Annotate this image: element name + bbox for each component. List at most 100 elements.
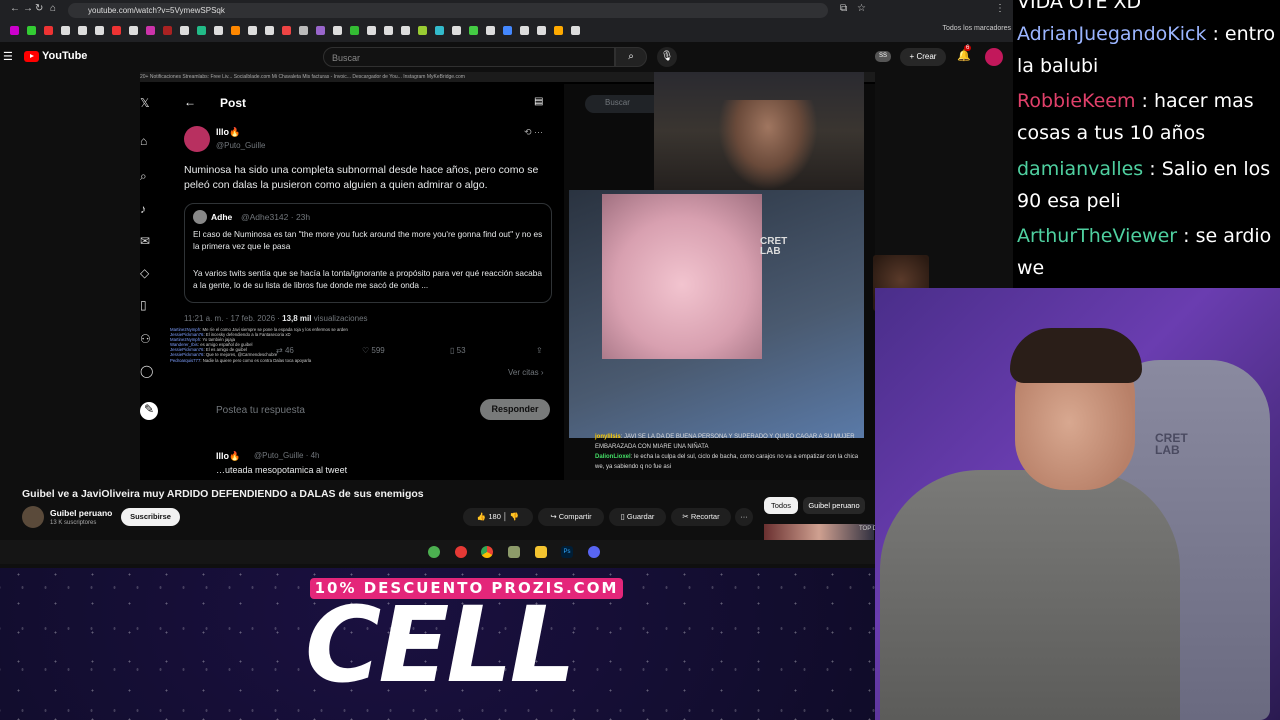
cast-icon[interactable]: ⧉ [840,3,847,14]
bookmark-star-icon[interactable]: ☆ [857,3,866,14]
save-button[interactable]: ▯ Guardar [609,508,666,526]
bookmarks-bar [6,22,1013,38]
bookmark-icon[interactable] [129,26,138,35]
search-icon[interactable]: ⌕ [615,47,647,67]
clip-streamer [718,100,818,190]
bookmark-icon[interactable] [163,26,172,35]
home-icon[interactable]: ⌂ [50,3,56,14]
x-search-field: Buscar [585,95,663,113]
thumbs-down-icon: 👎 [509,512,520,521]
bookmark-icon[interactable] [333,26,342,35]
bookmark-icon[interactable] [401,26,410,35]
ss-badge[interactable]: SS [875,51,891,62]
quote-author-name: Adhe [211,212,233,222]
post-author-avatar [184,126,210,152]
bookmark-icon[interactable] [452,26,461,35]
account-avatar[interactable] [985,48,1003,66]
scissors-icon: ✂ [682,512,689,521]
reply-button: Responder [480,399,550,420]
forward-icon[interactable]: → [23,3,33,14]
chip-channel[interactable]: Guibel peruano [803,497,865,514]
clip-button[interactable]: ✂ Recortar [671,508,731,526]
video-player[interactable]: 20+ Notificaciones Streamlabs: Free Liv.… [140,72,875,480]
bookmark-icon[interactable] [44,26,53,35]
bookmark-icon[interactable] [61,26,70,35]
youtube-logo[interactable]: YouTube [24,50,87,62]
browser-window: ← → ↻ ⌂ youtube.com/watch?v=5VymewSPSqk … [0,0,1013,568]
post-header: Post [220,96,247,110]
chip-all[interactable]: Todos [764,497,798,514]
menu-dots-icon[interactable]: ⋮ [995,3,1005,14]
bookmark-icon[interactable] [10,26,19,35]
reader-icon: ▤ [534,96,544,107]
app-icon[interactable] [508,546,520,558]
bookmark-icon[interactable] [520,26,529,35]
bookmark-icon[interactable] [95,26,104,35]
chat-message: RobbieKeem : hacer mas cosas a tus 10 añ… [1017,90,1254,144]
create-button[interactable]: + Crear [900,48,946,66]
like-button[interactable]: 👍 180 │ 👎 [463,508,533,526]
bookmark-icon[interactable] [554,26,563,35]
bookmark-icon[interactable] [384,26,393,35]
youtube-play-icon [24,50,39,62]
bookmark-icon[interactable] [418,26,427,35]
overlay-chat: MartinezNymph: Me ríe el como Javi siemp… [170,327,380,477]
bookmark-icon[interactable] [146,26,155,35]
bookmark-icon[interactable] [503,26,512,35]
microphone-icon[interactable]: 🎙 [657,47,677,67]
channel-name[interactable]: Guibel peruano [50,508,112,518]
bookmark-icon[interactable] [367,26,376,35]
bookmark-icon[interactable] [537,26,546,35]
bookmark-icon[interactable] [435,26,444,35]
all-bookmarks-link[interactable]: Todos los marcadores [943,25,1011,32]
back-icon[interactable]: ← [10,3,20,14]
profile-icon: ◯ [140,364,154,378]
bookmark-icon[interactable] [231,26,240,35]
bookmark-icon[interactable] [299,26,308,35]
app-icon[interactable] [428,546,440,558]
app-icon[interactable] [588,546,600,558]
reload-icon[interactable]: ↻ [35,3,43,14]
search-input[interactable]: Buscar [323,47,615,67]
bookmark-icon[interactable] [180,26,189,35]
share-button[interactable]: ↪ Compartir [538,508,604,526]
folder-icon[interactable] [535,546,547,558]
bookmark-icon[interactable] [78,26,87,35]
address-bar[interactable]: youtube.com/watch?v=5VymewSPSqk [68,3,828,18]
bookmark-icon[interactable] [316,26,325,35]
bookmark-count: 53 [456,346,466,355]
bookmark-icon[interactable] [197,26,206,35]
search-placeholder: Buscar [332,53,361,63]
hamburger-icon[interactable]: ☰ [3,50,13,63]
bookmark-icon[interactable] [27,26,36,35]
channel-avatar[interactable] [22,506,44,528]
quote-text-1: El caso de Numinosa es tan "the more you… [193,229,543,251]
bookmark-icon[interactable] [469,26,478,35]
bookmark-icon[interactable] [112,26,121,35]
subscribe-button[interactable]: Suscribirse [121,508,180,526]
bookmark-icon[interactable] [265,26,274,35]
clip-chat-line: jonylilsis: JAVI SE LA DA DE BUENA PERSO… [595,434,855,450]
subscriber-count: 13 K suscriptores [50,520,97,526]
notifications-icon: ♪ [140,202,146,216]
communities-icon: ⚇ [140,332,151,346]
x-sidebar: 𝕏 ⌂ ⌕ ♪ ✉ ◇ ▯ ⚇ ◯ ✎ [140,84,170,480]
video-title: Guibel ve a JaviOliveira muy ARDIDO DEFE… [22,488,424,500]
quote-avatar [193,210,207,224]
recommended-thumbnail[interactable] [764,524,874,540]
x-logo-icon: 𝕏 [140,96,150,110]
bookmark-icon[interactable] [350,26,359,35]
chrome-icon[interactable] [481,546,493,558]
quote-text-2: Ya varios twits sentía que se hacía la t… [193,268,542,290]
stream-chat: VIDA OTE XD AdrianJuegandoKick : entro l… [1013,0,1280,290]
bookmark-icon[interactable] [571,26,580,35]
bookmark-icon[interactable] [486,26,495,35]
post-more-icon: ⟲ ··· [524,127,544,137]
bookmark-icon[interactable] [214,26,223,35]
bookmark-icon[interactable] [282,26,291,35]
photoshop-icon[interactable]: Ps [561,546,573,558]
chat-message: AdrianJuegandoKick : entro la balubi [1017,23,1276,77]
app-icon[interactable] [455,546,467,558]
more-actions-icon[interactable]: ··· [735,508,753,526]
bookmark-icon[interactable] [248,26,257,35]
